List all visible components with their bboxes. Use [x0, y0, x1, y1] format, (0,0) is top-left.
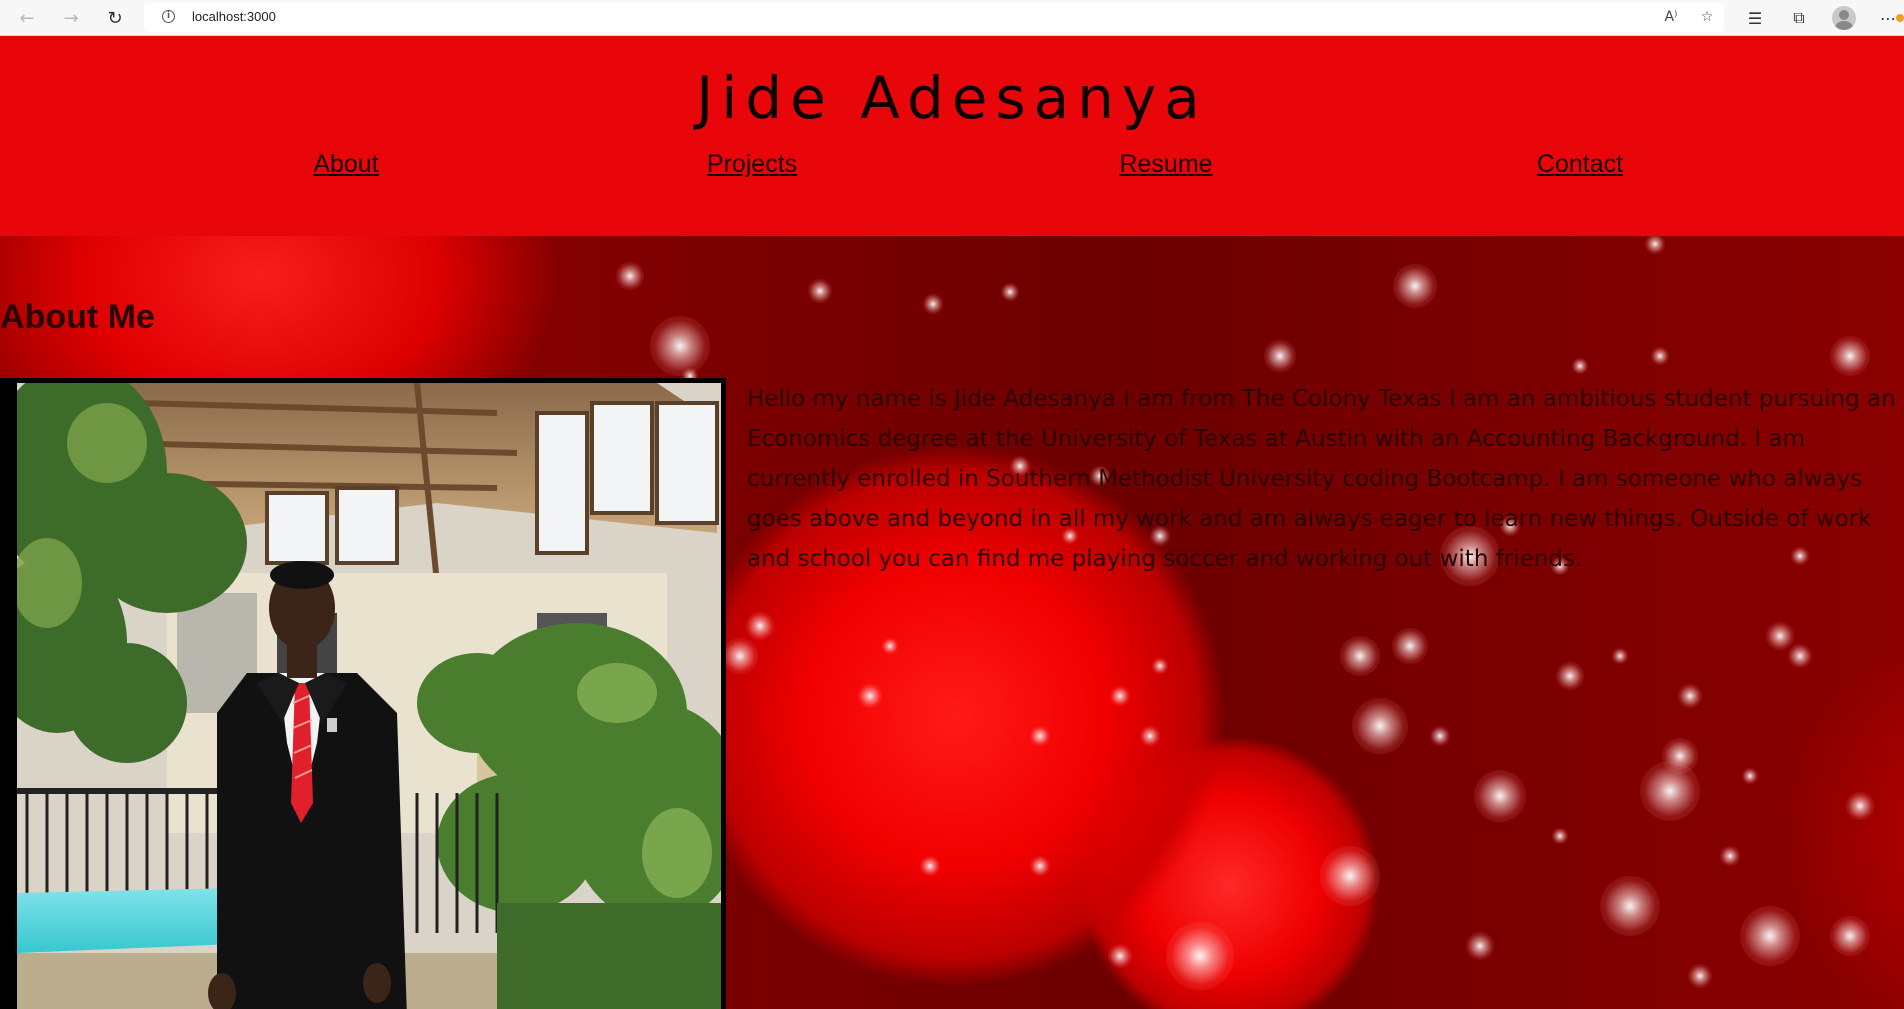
bokeh-light: [1742, 768, 1758, 784]
bokeh-light: [1662, 738, 1698, 774]
info-icon[interactable]: i: [162, 10, 175, 23]
bokeh-light: [1030, 726, 1050, 746]
bokeh-light: [923, 294, 943, 314]
bokeh-light: [1612, 648, 1628, 664]
bokeh-light: [1466, 932, 1494, 960]
site-title: Jide Adesanya: [696, 64, 1208, 132]
bokeh-light: [920, 856, 940, 876]
profile-photo-frame: [0, 378, 726, 1009]
bokeh-light: [1264, 340, 1296, 372]
bokeh-light: [1766, 622, 1794, 650]
bokeh-light: [1830, 916, 1870, 956]
bokeh-light: [1352, 698, 1408, 754]
bokeh-light: [1600, 876, 1660, 936]
favorites-icon[interactable]: ☰: [1742, 5, 1768, 31]
bokeh-light: [1572, 358, 1588, 374]
bokeh-light: [1645, 236, 1665, 254]
bokeh-light: [1688, 964, 1712, 988]
profile-photo: [17, 383, 721, 1009]
bokeh-light: [1166, 922, 1234, 990]
nav-link-contact[interactable]: Contact: [1537, 150, 1623, 179]
url-text: localhost:3000: [192, 9, 276, 24]
address-bar[interactable]: i localhost:3000 A⁾ ☆: [144, 3, 1724, 32]
bokeh-light: [746, 612, 774, 640]
bokeh-light: [1720, 846, 1740, 866]
bokeh-light: [1552, 828, 1568, 844]
bokeh-light: [1393, 264, 1437, 308]
profile-avatar[interactable]: [1832, 6, 1856, 30]
bokeh-light: [1152, 658, 1168, 674]
bokeh-light: [616, 262, 644, 290]
bokeh-light: [1740, 906, 1800, 966]
bokeh-light: [1788, 644, 1812, 668]
bokeh-light: [1110, 686, 1130, 706]
bokeh-light: [1340, 636, 1380, 676]
bokeh-light: [1430, 726, 1450, 746]
about-text: Hello my name is Jide Adesanya I am from…: [747, 386, 1896, 572]
bokeh-light: [1556, 662, 1584, 690]
bokeh-light: [722, 638, 758, 674]
notification-dot: [1896, 14, 1904, 22]
bokeh-light: [1001, 283, 1019, 301]
bokeh-light: [1640, 761, 1700, 821]
nav-link-projects[interactable]: Projects: [707, 150, 797, 179]
bokeh-light: [650, 316, 710, 376]
about-heading: About Me: [0, 298, 155, 336]
read-aloud-icon[interactable]: A⁾: [1660, 7, 1682, 27]
browser-toolbar: ← → ↻ i localhost:3000 A⁾ ☆ ☰ ⧉ ⋯: [0, 0, 1904, 36]
bokeh-light: [1830, 336, 1870, 376]
bokeh-light: [882, 638, 898, 654]
nav-link-about[interactable]: About: [313, 150, 378, 179]
bokeh-light: [1392, 628, 1428, 664]
bokeh-light: [1651, 347, 1669, 365]
bokeh-light: [1320, 846, 1380, 906]
forward-icon[interactable]: →: [56, 3, 86, 33]
bokeh-light: [858, 684, 882, 708]
collections-icon[interactable]: ⧉: [1786, 5, 1812, 31]
bokeh-light: [1108, 944, 1132, 968]
site-header: Jide Adesanya About Projects Resume Cont…: [0, 36, 1904, 236]
about-section: About Me Hello my name is Jide Adesanya …: [0, 236, 1904, 1009]
bokeh-light: [1030, 856, 1050, 876]
bokeh-light: [1474, 770, 1526, 822]
bokeh-light: [808, 279, 832, 303]
nav-link-resume[interactable]: Resume: [1119, 150, 1212, 179]
back-icon[interactable]: ←: [12, 3, 42, 33]
reload-icon[interactable]: ↻: [100, 3, 130, 33]
bokeh-light: [1678, 684, 1702, 708]
bokeh-light: [1140, 726, 1160, 746]
bokeh-light: [1846, 792, 1874, 820]
more-icon[interactable]: ⋯: [1878, 5, 1898, 31]
favorite-add-icon[interactable]: ☆: [1696, 7, 1718, 27]
